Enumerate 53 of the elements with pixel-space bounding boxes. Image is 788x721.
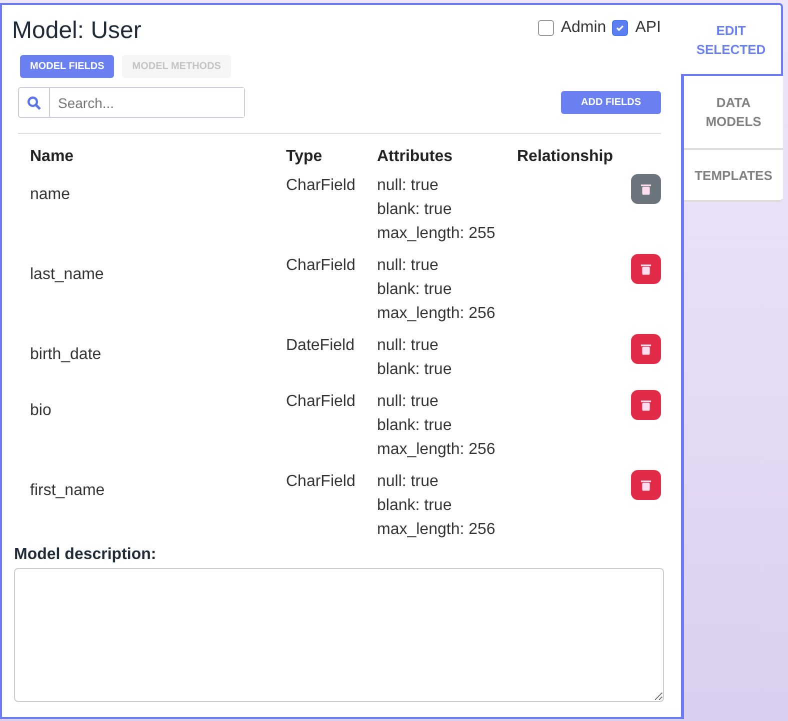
option-label: API [635,19,661,37]
option-checkbox[interactable]: API [612,19,661,37]
field-type: CharField [286,472,356,492]
column-header: Name [30,148,75,166]
delete-button[interactable] [631,174,661,204]
side-tab[interactable]: DATA MODELS [684,76,783,150]
field-name: first_name [30,481,106,501]
field-name: last_name [30,265,105,285]
description-field[interactable] [14,568,664,702]
trash-icon [641,184,651,194]
field-attribute: null: true [377,392,440,412]
field-name: birth_date [30,345,102,365]
field-attribute: max_length: 256 [377,304,496,324]
field-type: DateField [286,336,356,356]
delete-button[interactable] [631,470,661,500]
check-icon [615,23,626,33]
add-fields-button[interactable]: ADD FIELDS [561,91,661,114]
field-name: bio [30,401,52,421]
side-tab[interactable]: EDIT SELECTED [681,3,783,76]
trash-icon [641,480,651,490]
field-attribute: blank: true [377,200,453,220]
field-attribute: null: true [377,256,440,276]
field-attribute: blank: true [377,416,453,436]
field-attribute: blank: true [377,360,453,380]
column-header: Type [286,148,324,166]
field-attribute: max_length: 255 [377,224,496,244]
field-name: name [30,185,72,205]
field-attribute: max_length: 256 [377,440,496,460]
trash-icon [641,264,651,274]
side-tab[interactable]: TEMPLATES [684,150,783,202]
field-type: CharField [286,176,356,196]
search-icon [27,96,41,110]
field-type: CharField [286,256,356,276]
trash-icon [641,400,651,410]
model-title: Model: User [12,17,142,45]
description-label: Model description: [14,546,158,564]
field-attribute: null: true [377,176,440,196]
column-header: Relationship [517,148,614,166]
section-tab[interactable]: MODEL FIELDS [20,55,114,78]
field-type: CharField [286,392,356,412]
option-checkbox[interactable]: Admin [538,19,606,37]
field-attribute: null: true [377,472,440,492]
search-field[interactable]: Search... [18,87,245,118]
field-attribute: blank: true [377,280,453,300]
trash-icon [641,344,651,354]
delete-button[interactable] [631,390,661,420]
field-attribute: blank: true [377,496,453,516]
field-attribute: max_length: 256 [377,520,496,540]
column-header: Attributes [377,148,454,166]
delete-button[interactable] [631,334,661,364]
option-label: Admin [560,19,606,37]
delete-button[interactable] [631,254,661,284]
field-attribute: null: true [377,336,440,356]
